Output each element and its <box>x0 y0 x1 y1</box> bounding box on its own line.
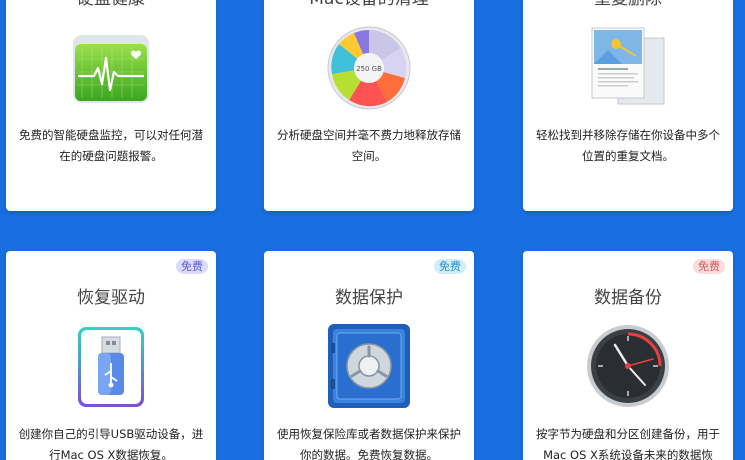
disk-capacity-label: 250 GB <box>356 65 382 73</box>
card-description: 按字节为硬盘和分区创建备份，用于Mac OS X系统设备未来的数据恢 <box>536 427 720 460</box>
card-title: 重复删除 <box>523 0 733 9</box>
card-description: 免费的智能硬盘监控，可以对任何潜在的硬盘问题报警。 <box>19 128 203 163</box>
feature-grid: 硬盘健康 <box>0 0 745 460</box>
card-title: 恢复驱动 <box>77 288 145 308</box>
card-title: 数据保护 <box>335 288 403 308</box>
feature-card-data-backup[interactable]: 免费 数据备份 按字节为硬盘和分区创建备份，用于Mac OS X系统设备未来的数… <box>523 251 733 460</box>
card-title: Mac设备的清理 <box>264 0 474 9</box>
free-badge: 免费 <box>176 259 208 274</box>
backup-clock-icon <box>585 323 671 409</box>
card-description: 创建你自己的引导USB驱动设备，进行Mac OS X数据恢复。 <box>18 427 204 460</box>
feature-card-data-protection[interactable]: 免费 数据保护 使用恢复保险库或者数据保护来保护你的数据。免费恢复数据。 <box>264 251 474 460</box>
feature-card-disk-cleanup[interactable]: Mac设备的清理 250 GB 分析硬盘空间并毫不费力地释放存储空间。 <box>264 0 474 211</box>
card-title: 数据备份 <box>594 288 662 308</box>
usb-drive-icon <box>76 325 146 409</box>
card-description: 分析硬盘空间并毫不费力地释放存储空间。 <box>277 128 461 163</box>
card-description: 使用恢复保险库或者数据保护来保护你的数据。免费恢复数据。 <box>277 427 461 460</box>
vault-icon <box>327 323 411 409</box>
free-badge: 免费 <box>434 259 466 274</box>
feature-card-recovery-drive[interactable]: 免费 恢复驱动 创建你自己的引导USB驱动设备，进行Mac OS X数据恢复。 <box>6 251 216 460</box>
free-badge: 免费 <box>693 259 725 274</box>
feature-card-duplicates[interactable]: 重复删除 轻松找到并移除存储在你设备中多个位置的重复文档。 <box>523 0 733 211</box>
duplicate-files-icon <box>588 26 668 108</box>
card-title: 硬盘健康 <box>6 0 216 9</box>
disk-health-icon <box>72 34 150 104</box>
disk-space-pie-icon: 250 GB <box>327 26 411 110</box>
card-description: 轻松找到并移除存储在你设备中多个位置的重复文档。 <box>536 128 720 163</box>
feature-card-disk-health[interactable]: 硬盘健康 <box>6 0 216 211</box>
